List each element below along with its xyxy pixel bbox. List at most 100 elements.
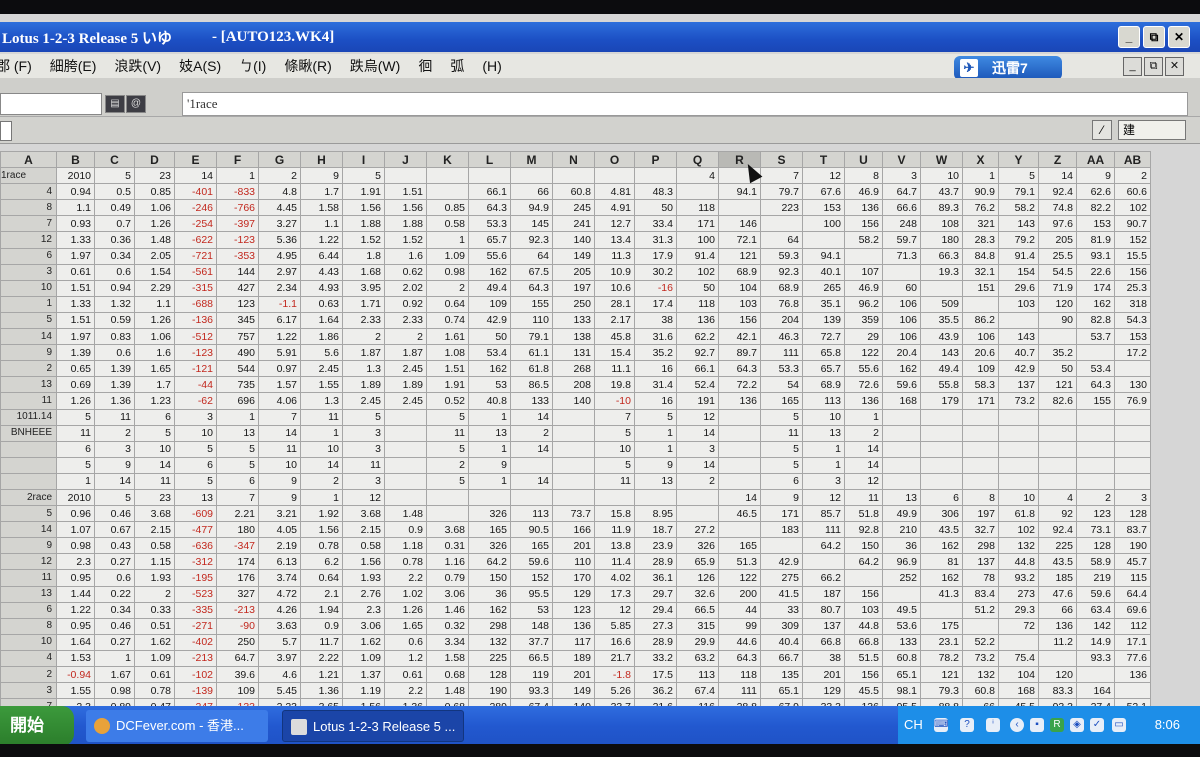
cell[interactable]: 1 [56, 472, 95, 490]
cell[interactable]: 5 [94, 167, 135, 185]
cell[interactable]: 5 [216, 456, 259, 474]
row-label-cell[interactable]: 11 [0, 569, 57, 587]
cell[interactable]: 103 [844, 601, 883, 619]
cell[interactable]: 2 [300, 472, 343, 490]
cell[interactable]: -1.8 [594, 665, 635, 684]
cell[interactable]: 306 [920, 505, 963, 523]
cell[interactable]: 72.2 [718, 376, 761, 394]
cell[interactable]: 23 [134, 167, 175, 185]
cell[interactable]: 74.8 [1038, 199, 1077, 217]
cell[interactable]: 1.22 [300, 231, 343, 249]
cell[interactable]: 183 [760, 521, 803, 539]
row-label-cell[interactable]: 10 [0, 279, 57, 297]
cell[interactable]: 0.6 [384, 633, 427, 651]
cell[interactable]: 0.9 [384, 521, 427, 539]
cell[interactable]: 4.93 [300, 279, 343, 297]
cell[interactable]: 64.2 [468, 553, 511, 571]
cell[interactable]: 13.8 [594, 537, 635, 555]
cell[interactable]: 165 [718, 537, 761, 555]
cell[interactable]: 137 [962, 553, 999, 571]
cell[interactable] [998, 633, 1039, 651]
cell[interactable]: 223 [760, 199, 803, 217]
cell[interactable]: 315 [676, 617, 719, 635]
cell[interactable]: 2.17 [594, 311, 635, 330]
cell[interactable] [718, 424, 761, 442]
cell[interactable]: 19.8 [594, 376, 635, 394]
column-header-aa[interactable]: AA [1076, 150, 1115, 169]
row-label-cell[interactable] [0, 472, 57, 490]
cell[interactable]: 3 [1114, 488, 1151, 507]
cell[interactable]: 73.1 [1076, 521, 1115, 539]
cell[interactable] [552, 472, 595, 490]
cell[interactable]: 41.5 [760, 585, 803, 603]
cell[interactable]: 1.91 [342, 183, 385, 201]
cell[interactable]: 28.1 [594, 295, 635, 313]
cell[interactable] [1114, 408, 1151, 426]
cell[interactable]: 4.05 [258, 521, 301, 539]
column-header-c[interactable]: C [94, 150, 135, 169]
cell[interactable]: 60 [882, 279, 921, 297]
cell[interactable]: 121 [920, 665, 963, 684]
cell[interactable]: -16 [634, 279, 677, 297]
cell[interactable]: 5.45 [258, 682, 301, 700]
cell[interactable]: 0.33 [134, 601, 175, 619]
cell[interactable]: 14 [1038, 167, 1077, 185]
column-header-ab[interactable]: AB [1114, 150, 1151, 169]
cell[interactable]: 66.1 [468, 183, 511, 201]
cell[interactable]: 96.9 [882, 553, 921, 571]
cell[interactable]: 6 [920, 488, 963, 507]
cell[interactable]: 200 [718, 585, 761, 603]
cell[interactable]: 153 [1076, 215, 1115, 233]
cell[interactable]: 0.61 [134, 665, 175, 684]
cell[interactable]: 65.7 [802, 360, 845, 378]
cell[interactable]: 1.93 [342, 569, 385, 587]
cell[interactable]: 53 [510, 601, 553, 619]
cell[interactable]: 36.2 [634, 682, 677, 700]
cell[interactable]: 3 [342, 424, 385, 442]
cell[interactable]: 122 [718, 569, 761, 587]
cell[interactable]: 1.06 [134, 328, 175, 346]
cell[interactable]: 2.33 [342, 311, 385, 330]
cell[interactable]: 6 [134, 408, 175, 426]
cell[interactable]: 119 [510, 665, 553, 684]
cell[interactable]: 83.3 [1038, 682, 1077, 700]
cell[interactable] [802, 553, 845, 571]
cell[interactable]: 92.4 [1038, 521, 1077, 539]
cell[interactable]: -123 [216, 231, 259, 249]
cell[interactable]: 42.9 [468, 311, 511, 330]
help-icon[interactable]: ? [960, 718, 974, 732]
cell[interactable] [718, 456, 761, 474]
cell[interactable] [1038, 408, 1077, 426]
cell[interactable]: 43.5 [920, 521, 963, 539]
cell[interactable]: 62.6 [1076, 183, 1115, 201]
cell[interactable]: 544 [216, 360, 259, 378]
start-button[interactable]: 開始 [0, 706, 74, 744]
cell[interactable]: 0.36 [94, 231, 135, 249]
cell[interactable]: 11.9 [594, 521, 635, 539]
cell[interactable]: 156 [844, 665, 883, 684]
cell[interactable]: 35.1 [802, 295, 845, 313]
cell[interactable]: 55.8 [920, 376, 963, 394]
cell[interactable] [920, 424, 963, 442]
cell[interactable]: 17.5 [634, 665, 677, 684]
cell[interactable]: 0.61 [56, 263, 95, 281]
cell[interactable]: 156 [718, 311, 761, 330]
cell[interactable]: 65.1 [760, 682, 803, 700]
cell[interactable]: 89.7 [718, 344, 761, 362]
cell[interactable]: 12 [802, 488, 845, 507]
cell[interactable]: 1.6 [134, 344, 175, 362]
cell[interactable]: 85.7 [802, 505, 845, 523]
cell[interactable]: 32.6 [676, 585, 719, 603]
cell[interactable] [962, 440, 999, 458]
cell[interactable]: 117 [552, 633, 595, 651]
cell[interactable]: 3.06 [426, 585, 469, 603]
cell[interactable]: 45.7 [1114, 553, 1151, 571]
cell[interactable]: 149 [552, 247, 595, 265]
cell[interactable]: 0.97 [258, 360, 301, 378]
cell[interactable]: 1 [634, 424, 677, 442]
cell[interactable]: 1.94 [300, 601, 343, 619]
cell[interactable]: 156 [844, 215, 883, 233]
network-icon[interactable]: ▪ [1030, 718, 1044, 732]
cell[interactable]: 109 [216, 682, 259, 700]
column-header-a[interactable]: A [0, 150, 57, 169]
